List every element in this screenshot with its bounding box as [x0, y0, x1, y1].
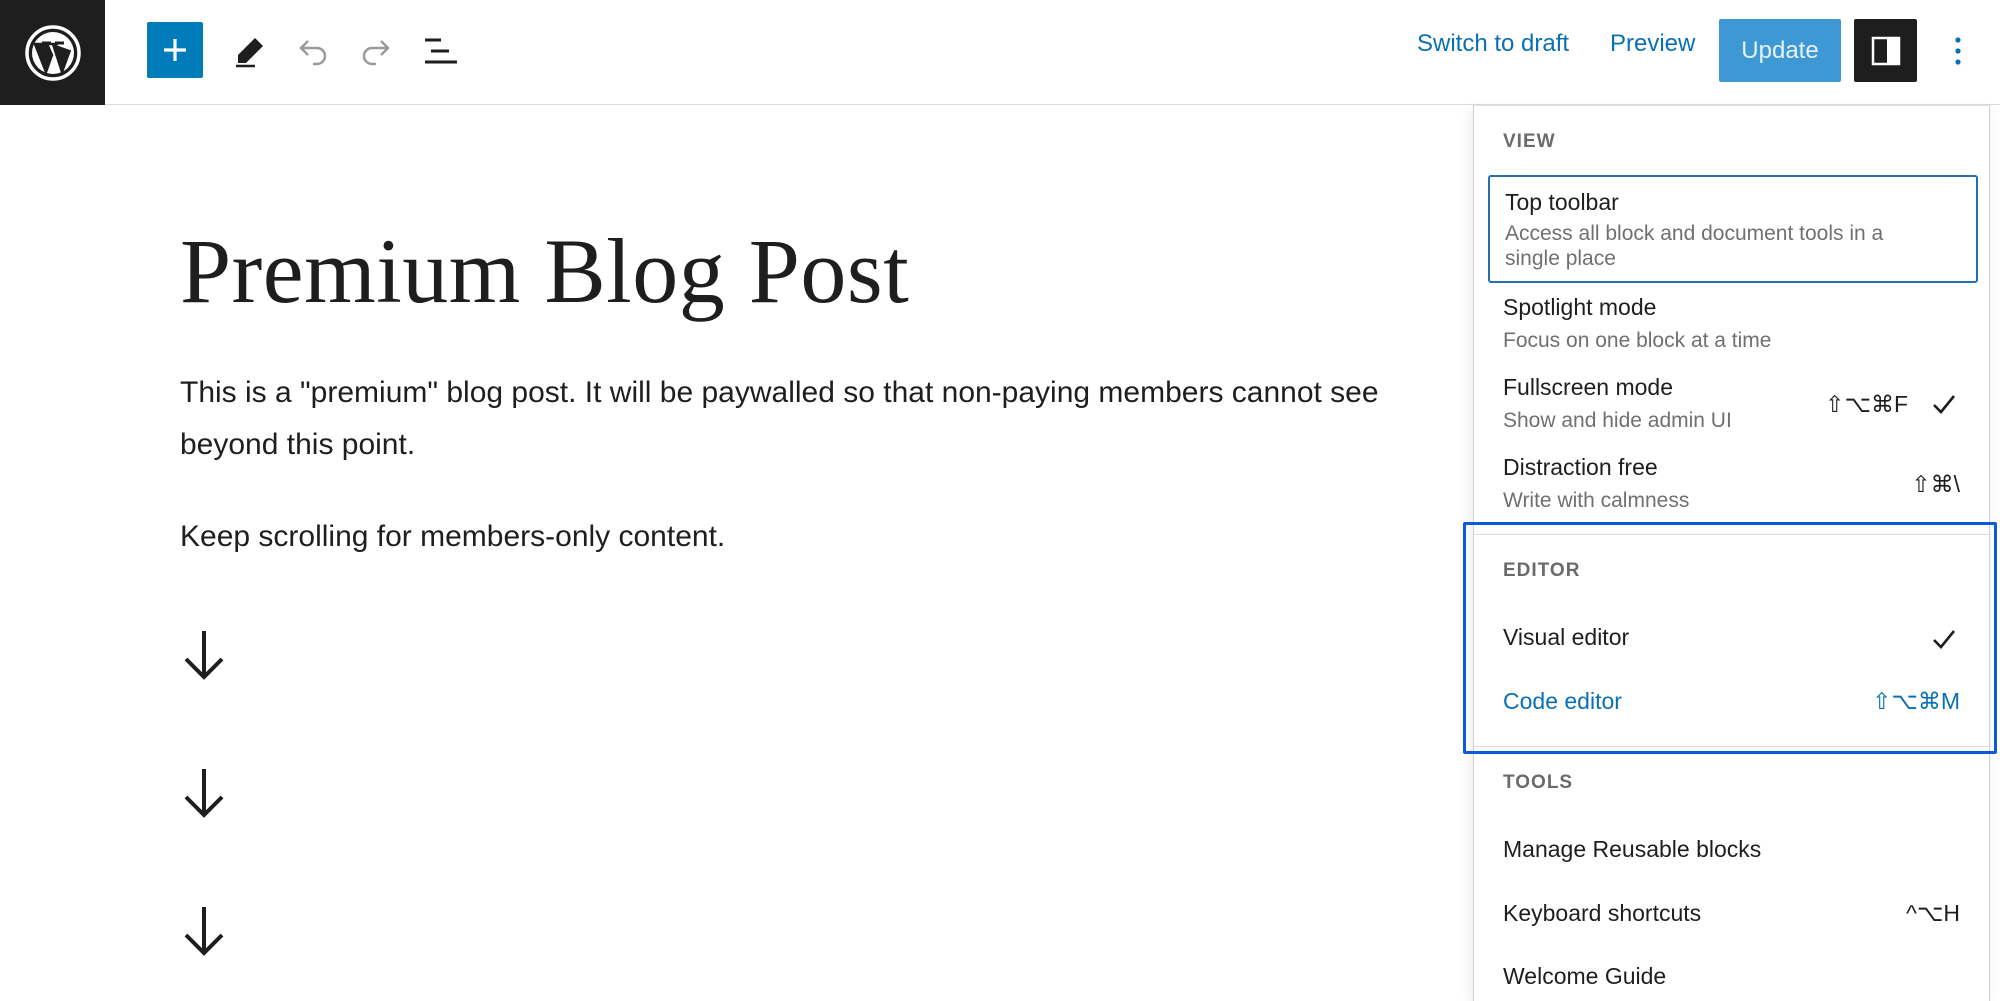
- redo-icon: [362, 40, 390, 66]
- menu-divider: [1474, 534, 1991, 535]
- menu-item-spotlight-mode[interactable]: Spotlight mode Focus on one block at a t…: [1488, 286, 1978, 364]
- pencil-icon: [236, 38, 263, 68]
- menu-item-fullscreen-mode[interactable]: Fullscreen mode Show and hide admin UI ⇧…: [1488, 366, 1978, 446]
- paragraph-block[interactable]: Keep scrolling for members-only content.: [180, 511, 1420, 563]
- menu-item-welcome-guide[interactable]: Welcome Guide: [1488, 948, 1978, 1001]
- paragraph-block[interactable]: This is a "premium" blog post. It will b…: [180, 367, 1420, 471]
- menu-item-label: Manage Reusable blocks: [1503, 836, 1762, 862]
- menu-group-heading-tools: TOOLS: [1503, 772, 1574, 793]
- menu-item-visual-editor[interactable]: Visual editor: [1488, 609, 1978, 669]
- menu-item-description: Write with calmness: [1503, 489, 1690, 512]
- settings-toggle-button[interactable]: [1854, 19, 1917, 82]
- menu-item-label: Fullscreen mode: [1503, 374, 1674, 400]
- menu-item-label: Code editor: [1503, 688, 1622, 714]
- menu-item-shortcut: ⇧⌥⌘M: [1872, 688, 1960, 714]
- menu-item-code-editor[interactable]: Code editor ⇧⌥⌘M: [1488, 672, 1978, 732]
- wordpress-logo-icon: [24, 24, 81, 81]
- menu-group-heading-view: VIEW: [1503, 131, 1556, 152]
- menu-divider: [1474, 746, 1991, 747]
- list-view-icon: [425, 38, 457, 64]
- switch-to-draft-button[interactable]: Switch to draft: [1417, 30, 1569, 58]
- plus-icon: [164, 39, 186, 61]
- menu-item-description: Focus on one block at a time: [1503, 329, 1772, 352]
- menu-item-shortcut: ^⌥H: [1906, 900, 1960, 926]
- options-dropdown-menu: VIEW Top toolbar Access all block and do…: [1473, 105, 1991, 1001]
- menu-item-shortcut: ⇧⌘\: [1911, 471, 1960, 497]
- menu-item-label: Spotlight mode: [1503, 294, 1657, 320]
- update-button[interactable]: Update: [1719, 19, 1841, 82]
- menu-item-shortcut: ⇧⌥⌘F: [1825, 391, 1908, 417]
- arrow-down-icon: [184, 907, 224, 956]
- menu-item-label: Welcome Guide: [1503, 963, 1667, 989]
- menu-item-label: Visual editor: [1503, 624, 1630, 650]
- arrow-down-icon: [184, 769, 224, 818]
- more-vertical-icon: [1955, 36, 1961, 65]
- menu-item-description: Access all block and document tools in a…: [1505, 222, 1884, 270]
- checkmark-icon: [1933, 630, 1956, 649]
- list-view-button[interactable]: [413, 19, 469, 83]
- menu-item-label: Top toolbar: [1505, 189, 1619, 215]
- tools-button[interactable]: [222, 19, 278, 83]
- checkmark-icon: [1933, 395, 1956, 414]
- menu-item-distraction-free[interactable]: Distraction free Write with calmness ⇧⌘\: [1488, 446, 1978, 526]
- options-menu-button[interactable]: [1940, 19, 1976, 82]
- undo-icon: [299, 40, 327, 66]
- menu-group-heading-editor: EDITOR: [1503, 560, 1581, 581]
- sidebar-toggle-icon: [1871, 36, 1900, 65]
- preview-button[interactable]: Preview: [1610, 30, 1695, 58]
- undo-button[interactable]: [285, 19, 341, 83]
- arrow-down-icon: [184, 631, 224, 680]
- redo-button[interactable]: [348, 19, 404, 83]
- menu-item-top-toolbar[interactable]: Top toolbar Access all block and documen…: [1488, 175, 1978, 283]
- menu-item-label: Distraction free: [1503, 454, 1658, 480]
- wordpress-logo-button[interactable]: [0, 0, 105, 105]
- menu-item-keyboard-shortcuts[interactable]: Keyboard shortcuts ^⌥H: [1488, 884, 1978, 944]
- post-title[interactable]: Premium Blog Post: [180, 218, 909, 324]
- menu-item-label: Keyboard shortcuts: [1503, 900, 1702, 926]
- menu-item-manage-reusable-blocks[interactable]: Manage Reusable blocks: [1488, 820, 1978, 880]
- add-block-button[interactable]: [147, 22, 203, 78]
- editor-header: Switch to draft Preview Update: [0, 0, 2000, 105]
